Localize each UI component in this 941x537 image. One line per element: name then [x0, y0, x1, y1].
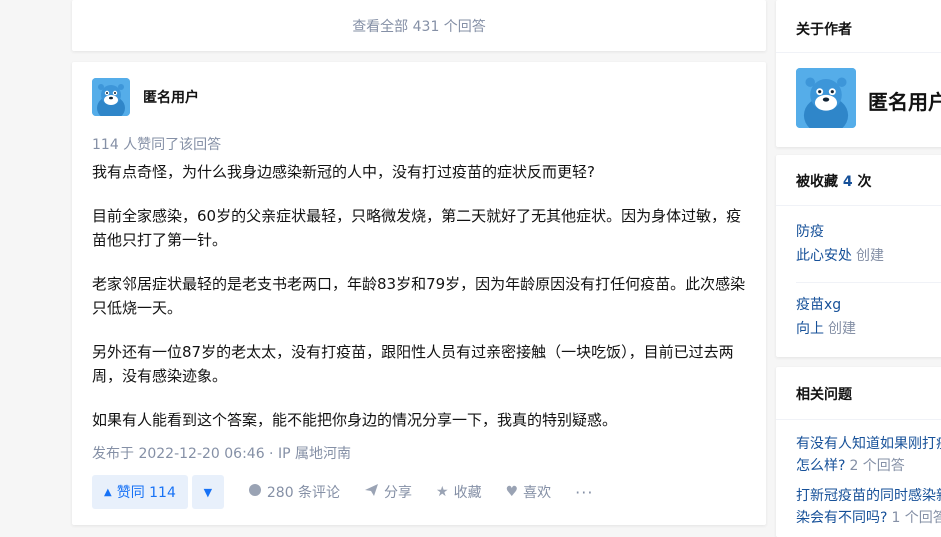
favorite-creator-line: 此心安处 创建 [796, 244, 884, 268]
answer-paragraph: 另外还有一位87岁的老太太，没有打疫苗，跟阳性人员有过亲密接触（一块吃饭），目前… [92, 343, 734, 385]
view-all-answers-button[interactable]: 查看全部 431 个回答 [72, 0, 766, 51]
favorite-name[interactable]: 疫苗xg [796, 293, 856, 317]
related-question-title-line2: 怎么样? [796, 458, 846, 474]
upvote-label: 赞同 114 [116, 485, 176, 501]
answer-paragraph: 我有点奇怪，为什么我身边感染新冠的人中，没有打过疫苗的症状反而更轻? [92, 163, 595, 181]
comments-label: 280 条评论 [266, 485, 341, 501]
author-name-large[interactable]: 匿名用户 [868, 86, 941, 115]
comments-button[interactable]: 280 条评论 [248, 482, 340, 502]
favorite-item: 防疫 此心安处 创建 [796, 220, 884, 268]
share-label: 分享 [384, 485, 413, 501]
collect-button[interactable]: ★ 收藏 [436, 482, 482, 502]
favorites-card: 被收藏 4 次 防疫 此心安处 创建 疫苗xg 向上 创建 [776, 155, 941, 357]
favorite-creator[interactable]: 向上 [796, 321, 824, 337]
favorite-created-label: 创建 [828, 321, 856, 337]
answer-content: 我有点奇怪，为什么我身边感染新冠的人中，没有打过疫苗的症状反而更轻? 目前全家感… [92, 160, 748, 452]
collect-label: 收藏 [453, 485, 482, 501]
like-button[interactable]: ♥ 喜欢 [506, 482, 552, 502]
related-question-title: 有没有人知道如果刚打疫 [796, 436, 941, 452]
related-answer-count: 2 个回答 [849, 458, 905, 474]
related-question-title-line2: 染会有不同吗? [796, 510, 888, 526]
related-answer-count: 1 个回答 [891, 510, 941, 526]
answer-paragraph: 老家邻居症状最轻的是老支书老两口，年龄83岁和79岁，因为年龄原因没有打任何疫苗… [92, 275, 746, 317]
triangle-up-icon: ▲ [104, 486, 112, 498]
favorite-creator[interactable]: 此心安处 [796, 248, 852, 264]
answer-paragraph: 如果有人能看到这个答案，能不能把你身边的情况分享一下，我真的特别疑惑。 [92, 411, 618, 429]
answer-card: 匿名用户 114 人赞同了该回答 我有点奇怪，为什么我身边感染新冠的人中，没有打… [72, 62, 766, 525]
publish-meta: 发布于 2022-12-20 06:46 · IP 属地河南 [92, 446, 351, 462]
divider [776, 419, 941, 420]
author-avatar-large[interactable] [796, 68, 856, 128]
favorite-created-label: 创建 [856, 248, 884, 264]
related-question-title-cont: 染会有不同吗? 1 个回答 [796, 507, 941, 529]
vote-summary: 114 人赞同了该回答 [92, 137, 222, 153]
related-question-title-cont: 怎么样? 2 个回答 [796, 455, 941, 477]
related-questions-title: 相关问题 [796, 387, 852, 403]
star-icon: ★ [436, 484, 449, 500]
downvote-button[interactable]: ▼ [191, 475, 224, 509]
related-question-item[interactable]: 打新冠疫苗的同时感染新 染会有不同吗? 1 个回答 [796, 485, 941, 529]
action-bar: ▲ 赞同 114 ▼ 280 条评论 分享 ★ 收藏 ♥ 喜欢 ··· [92, 475, 593, 509]
triangle-down-icon: ▼ [203, 485, 213, 499]
answer-paragraph: 目前全家感染，60岁的父亲症状最轻，只略微发烧，第二天就好了无其他症状。因为身体… [92, 207, 742, 249]
heart-icon: ♥ [505, 484, 519, 500]
related-questions-card: 相关问题 有没有人知道如果刚打疫 怎么样? 2 个回答 打新冠疫苗的同时感染新 染… [776, 367, 941, 537]
favorite-item: 疫苗xg 向上 创建 [796, 293, 856, 341]
upvote-button[interactable]: ▲ 赞同 114 [92, 475, 188, 509]
about-author-title: 关于作者 [796, 22, 852, 38]
about-author-card: 关于作者 匿名用户 [776, 0, 941, 147]
favorites-title: 被收藏 4 次 [796, 171, 872, 191]
share-button[interactable]: 分享 [364, 482, 412, 502]
author-avatar[interactable] [92, 78, 130, 116]
author-row: 匿名用户 [92, 78, 199, 116]
favorites-title-suffix: 次 [857, 174, 872, 190]
author-name[interactable]: 匿名用户 [143, 87, 199, 107]
paper-plane-icon [364, 483, 379, 501]
divider [796, 282, 941, 283]
divider [776, 205, 941, 206]
favorite-creator-line: 向上 创建 [796, 317, 856, 341]
comment-bubble-icon [248, 483, 262, 501]
favorites-count: 4 [842, 174, 853, 190]
favorite-name[interactable]: 防疫 [796, 220, 884, 244]
favorites-title-prefix: 被收藏 [796, 174, 838, 190]
related-question-title: 打新冠疫苗的同时感染新 [796, 488, 941, 504]
more-options-button[interactable]: ··· [575, 483, 593, 502]
view-all-label: 查看全部 431 个回答 [352, 18, 486, 35]
related-question-item[interactable]: 有没有人知道如果刚打疫 怎么样? 2 个回答 [796, 433, 941, 477]
like-label: 喜欢 [523, 485, 552, 501]
divider [776, 52, 941, 53]
